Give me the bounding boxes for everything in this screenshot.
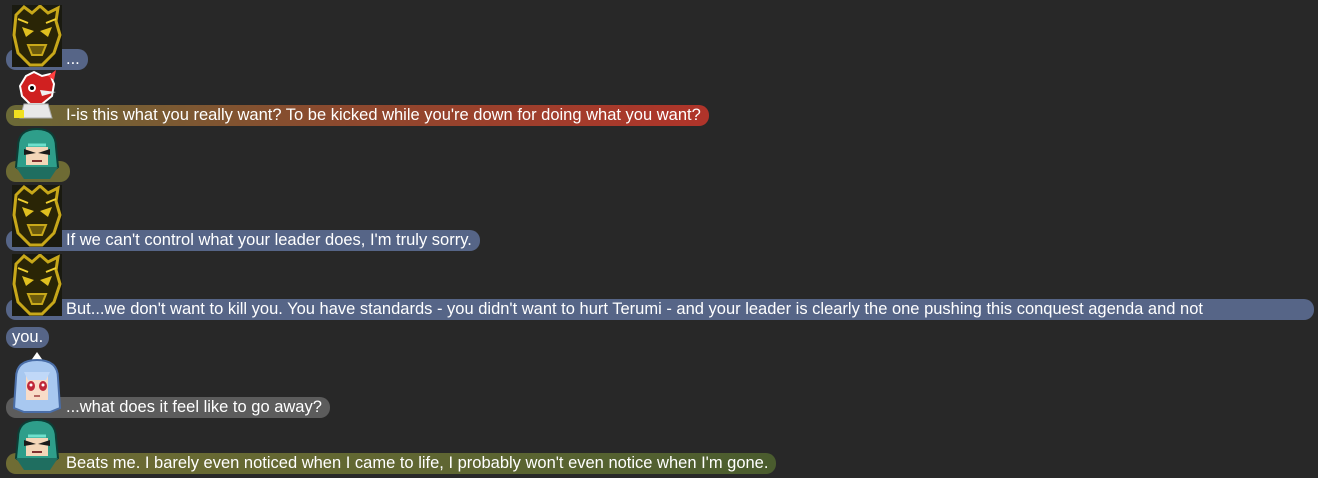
dark-armored-avatar-icon: [12, 254, 62, 316]
message-text-line-2: you.: [12, 328, 44, 346]
chat-log: ... I-is this what you really want? To b…: [0, 0, 1318, 478]
message-text-line-1: But...we don't want to kill you. You hav…: [66, 300, 1203, 318]
dark-armored-avatar-icon: [12, 185, 62, 247]
message-bubble: If we can't control what your leader doe…: [6, 230, 480, 251]
message-text: If we can't control what your leader doe…: [66, 231, 472, 249]
teal-helmet-avatar-icon: [12, 127, 62, 181]
message-text: ...what does it feel like to go away?: [66, 398, 322, 416]
message-bubble: I-is this what you really want? To be ki…: [6, 105, 709, 126]
blue-hair-girl-avatar-icon: [12, 352, 62, 414]
message-text: I-is this what you really want? To be ki…: [66, 106, 701, 124]
message-bubble: Beats me. I barely even noticed when I c…: [6, 453, 777, 474]
message-bubble-continuation: you.: [6, 327, 50, 348]
red-bird-avatar-icon: [12, 70, 62, 125]
message-bubble: But...we don't want to kill you. You hav…: [6, 299, 1314, 320]
message-text: ...: [66, 50, 80, 68]
message-text: Beats me. I barely even noticed when I c…: [66, 454, 769, 472]
dark-armored-avatar-icon: [12, 5, 62, 67]
teal-helmet-avatar-icon: [12, 418, 62, 472]
